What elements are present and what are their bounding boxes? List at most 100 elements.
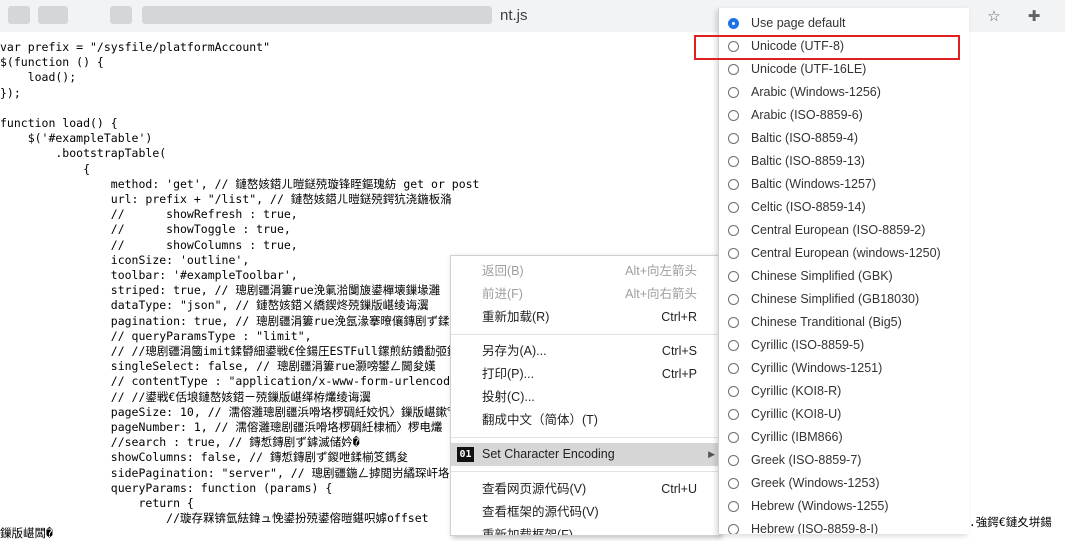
radio-icon[interactable] (728, 87, 739, 98)
menu-item-forward[interactable]: 前进(F) Alt+向右箭头 (451, 283, 719, 306)
code-line-tail: . .強鍔€鏈夊垪鍚 (955, 515, 1052, 529)
radio-icon[interactable] (728, 133, 739, 144)
encoding-option-label: Greek (ISO-8859-7) (751, 453, 862, 467)
radio-icon[interactable] (728, 202, 739, 213)
menu-item-set-character-encoding[interactable]: 01 Set Character Encoding ▶ (451, 443, 719, 466)
menu-item-translate[interactable]: 翻成中文（简体）(T) (451, 409, 719, 432)
radio-icon[interactable] (728, 271, 739, 282)
blurred-address (142, 6, 492, 24)
menu-item-view-source[interactable]: 查看网页源代码(V) Ctrl+U (451, 478, 719, 501)
code-line: }); (0, 85, 21, 100)
context-menu: 返回(B) Alt+向左箭头 前进(F) Alt+向右箭头 重新加载(R) Ct… (450, 255, 720, 536)
radio-icon[interactable] (728, 524, 739, 534)
star-icon[interactable]: ☆ (981, 4, 1007, 28)
radio-icon[interactable] (728, 225, 739, 236)
code-line: toolbar: '#exampleToolbar', (0, 268, 298, 282)
radio-icon[interactable] (728, 409, 739, 420)
encoding-option-label: Central European (ISO-8859-2) (751, 223, 926, 237)
encoding-option-label: Cyrillic (IBM866) (751, 430, 843, 444)
menu-item-reload[interactable]: 重新加载(R) Ctrl+R (451, 306, 719, 329)
menu-item-print[interactable]: 打印(P)... Ctrl+P (451, 363, 719, 386)
encoding-option[interactable]: Central European (windows-1250) (719, 243, 969, 266)
encoding-option-label: Chinese Simplified (GB18030) (751, 292, 920, 306)
radio-icon[interactable] (728, 386, 739, 397)
menu-item-cast[interactable]: 投射(C)... (451, 386, 719, 409)
radio-icon[interactable] (728, 110, 739, 121)
encoding-option[interactable]: Central European (ISO-8859-2) (719, 220, 969, 243)
encoding-option[interactable]: Baltic (Windows-1257) (719, 174, 969, 197)
encoding-option[interactable]: Arabic (ISO-8859-6) (719, 105, 969, 128)
radio-icon[interactable] (728, 64, 739, 75)
encoding-option-label: Celtic (ISO-8859-14) (751, 200, 866, 214)
encoding-icon: 01 (457, 447, 474, 462)
encoding-option-label: Arabic (Windows-1256) (751, 85, 881, 99)
code-line: striped: true, // 璁剧疆涓簍rue浼氭湁闅旇鍙樿壊鏁堟灉 (0, 283, 441, 298)
code-line: dataType: "json", // 鏈嶅姟鍣ㄨ繑鍥炵殑鏁版嵁绫诲瀷 (0, 298, 429, 313)
code-line: url: prefix + "/list", // 鏈嶅姟鍣ㄦ暟鎹殑鍔犺浇鍦板潃 (0, 192, 452, 206)
radio-icon[interactable] (728, 294, 739, 305)
encoding-option-label: Unicode (UTF-16LE) (751, 62, 867, 76)
radio-icon[interactable] (728, 179, 739, 190)
code-line: //璇存槑锛氫紶鍏ュ悗鍙扮殑鍙傛暟鍖呮嫭offset (0, 511, 429, 526)
menu-divider (451, 437, 719, 438)
radio-icon[interactable] (728, 156, 739, 167)
encoding-option[interactable]: Cyrillic (KOI8-U) (719, 404, 969, 427)
code-line: function load() { (0, 116, 118, 130)
puzzle-icon[interactable]: ✚ (1021, 4, 1047, 28)
code-line: // contentType : "application/x-www-form… (0, 374, 478, 389)
code-line: iconSize: 'outline', (0, 252, 250, 267)
encoding-option[interactable]: Hebrew (ISO-8859-8-I) (719, 519, 969, 534)
radio-icon[interactable] (728, 340, 739, 351)
menu-item-back[interactable]: 返回(B) Alt+向左箭头 (451, 260, 719, 283)
code-line: $('#exampleTable') (0, 131, 153, 146)
menu-divider (451, 471, 719, 472)
encoding-option-label: Arabic (ISO-8859-6) (751, 108, 863, 122)
radio-icon[interactable] (728, 248, 739, 259)
code-line: sidePagination: "server", // 璁剧疆鍦ㄥ摢閲岃繘琛屽… (0, 465, 462, 480)
code-line: load(); (0, 70, 77, 85)
tab-title[interactable]: nt.js (500, 7, 528, 24)
encoding-option-label: Hebrew (Windows-1255) (751, 499, 889, 513)
encoding-option[interactable]: Greek (ISO-8859-7) (719, 450, 969, 473)
encoding-option-label: Central European (windows-1250) (751, 246, 941, 260)
encoding-option-label: Baltic (ISO-8859-4) (751, 131, 858, 145)
encoding-option[interactable]: Hebrew (Windows-1255) (719, 496, 969, 519)
encoding-option-label: Cyrillic (Windows-1251) (751, 361, 883, 375)
encoding-option[interactable]: Chinese Tranditional (Big5) (719, 312, 969, 335)
highlight-annotation (694, 35, 960, 60)
blurred-text (38, 6, 68, 24)
encoding-option[interactable]: Baltic (ISO-8859-13) (719, 151, 969, 174)
code-line: // queryParamsType : "limit", (0, 328, 312, 343)
radio-icon[interactable] (728, 432, 739, 443)
encoding-option[interactable]: Cyrillic (KOI8-R) (719, 381, 969, 404)
menu-divider (451, 334, 719, 335)
encoding-option[interactable]: Cyrillic (ISO-8859-5) (719, 335, 969, 358)
encoding-option[interactable]: Use page default (719, 13, 969, 36)
radio-icon[interactable] (728, 317, 739, 328)
encoding-option[interactable]: Arabic (Windows-1256) (719, 82, 969, 105)
radio-checked-icon[interactable] (728, 18, 739, 29)
encoding-option-label: Baltic (Windows-1257) (751, 177, 877, 191)
menu-item-view-frame-source[interactable]: 查看框架的源代码(V) (451, 501, 719, 524)
encoding-option-label: Chinese Simplified (GBK) (751, 269, 893, 283)
radio-icon[interactable] (728, 501, 739, 512)
encoding-option-label: Cyrillic (ISO-8859-5) (751, 338, 865, 352)
radio-icon[interactable] (728, 455, 739, 466)
menu-item-reload-frame[interactable]: 重新加载框架(F) (451, 524, 719, 535)
radio-icon[interactable] (728, 363, 739, 374)
encoding-option-label: Chinese Tranditional (Big5) (751, 315, 902, 329)
code-line: { (0, 161, 91, 176)
radio-icon[interactable] (728, 478, 739, 489)
encoding-option[interactable]: Cyrillic (IBM866) (719, 427, 969, 450)
encoding-option[interactable]: Celtic (ISO-8859-14) (719, 197, 969, 220)
encoding-option[interactable]: Cyrillic (Windows-1251) (719, 358, 969, 381)
encoding-option[interactable]: Chinese Simplified (GBK) (719, 266, 969, 289)
encoding-option[interactable]: Greek (Windows-1253) (719, 473, 969, 496)
menu-item-save-as[interactable]: 另存为(A)... Ctrl+S (451, 340, 719, 363)
code-line: return { (0, 496, 194, 510)
code-line: pagination: true, // 璁剧疆涓簍rue浼氬湪搴曢儴鏄剧ず鍒嗛… (0, 313, 484, 328)
encoding-option[interactable]: Chinese Simplified (GB18030) (719, 289, 969, 312)
code-line: $(function () { (0, 55, 104, 70)
encoding-option[interactable]: Baltic (ISO-8859-4) (719, 128, 969, 151)
encoding-option[interactable]: Unicode (UTF-16LE) (719, 59, 969, 82)
